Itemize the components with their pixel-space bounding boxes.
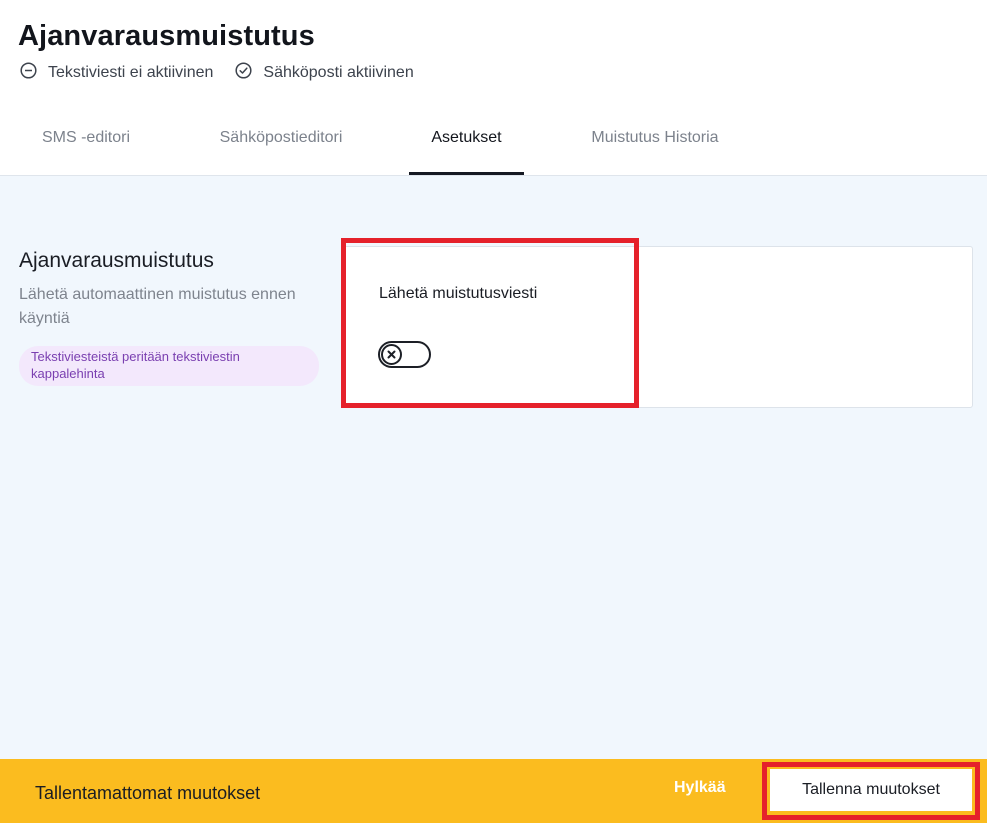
minus-circle-icon	[20, 62, 48, 84]
tab-email-editor[interactable]: Sähköpostieditori	[186, 112, 376, 175]
close-x-icon	[387, 350, 396, 359]
page-header: Ajanvarausmuistutus Tekstiviesti ei akti…	[0, 0, 987, 176]
status-row: Tekstiviesti ei aktiivinen Sähköposti ak…	[20, 62, 436, 84]
tab-bar: SMS -editori Sähköpostieditori Asetukset…	[0, 112, 987, 175]
tab-sms-editor[interactable]: SMS -editori	[18, 112, 154, 175]
toggle-knob	[381, 344, 402, 365]
reminder-settings-card: Lähetä muistutusviesti	[341, 246, 973, 408]
unsaved-changes-message: Tallentamattomat muutokset	[35, 783, 261, 803]
save-changes-button[interactable]: Tallenna muutokset	[770, 769, 972, 811]
email-status-label: Sähköposti aktiivinen	[263, 64, 414, 81]
section-description: Lähetä automaattinen muistutus ennen käy…	[19, 286, 296, 327]
check-circle-icon	[235, 62, 263, 84]
page-title: Ajanvarausmuistutus	[18, 20, 315, 52]
sms-status-label: Tekstiviesti ei aktiivinen	[48, 64, 214, 81]
settings-content: Ajanvarausmuistutus Lähetä automaattinen…	[0, 176, 987, 759]
send-reminder-toggle[interactable]	[378, 341, 431, 368]
tab-settings[interactable]: Asetukset	[409, 112, 524, 175]
discard-button[interactable]: Hylkää	[674, 779, 726, 797]
send-reminder-label: Lähetä muistutusviesti	[379, 285, 538, 302]
sms-cost-note: Tekstiviesteistä peritään tekstiviestin …	[19, 346, 319, 386]
sms-status: Tekstiviesti ei aktiivinen	[20, 62, 213, 84]
unsaved-changes-bar: Tallentamattomat muutokset Hylkää Tallen…	[0, 759, 987, 823]
email-status: Sähköposti aktiivinen	[235, 62, 414, 84]
section-title: Ajanvarausmuistutus	[19, 249, 214, 272]
tab-reminder-history[interactable]: Muistutus Historia	[560, 112, 750, 175]
